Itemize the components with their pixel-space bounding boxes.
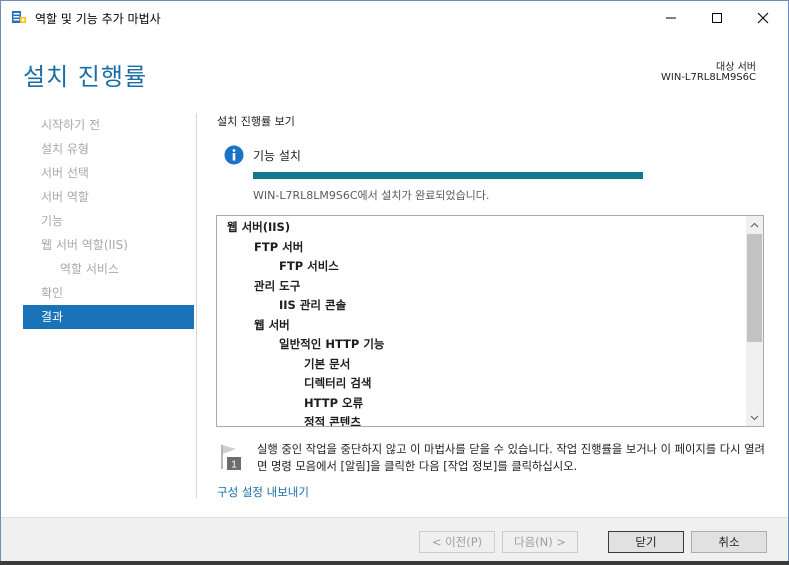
progress-status-text: WIN-L7RL8LM9S6C에서 설치가 완료되었습니다. [253,189,490,202]
maximize-button[interactable] [694,1,740,34]
chevron-down-icon [750,415,759,420]
taskbar-strip [0,561,789,565]
results-list-item: 디렉터리 검색 [304,376,372,390]
feature-install-label: 기능 설치 [253,149,301,163]
sidebar-item-installation-type: 설치 유형 [41,142,89,156]
results-list-item: FTP 서버 [254,239,304,254]
wizard-footer: < 이전(P) 다음(N) > 닫기 취소 [1,517,788,564]
results-list: 웹 서버(IIS) FTP 서버 FTP 서비스관리 도구 IIS 관리 콘솔웹 서버… [217,218,747,427]
close-icon [757,12,769,23]
wizard-close-note: 실행 중인 작업을 중단하지 않고 이 마법사를 닫을 수 있습니다. 작업 진… [257,443,765,473]
sidebar-item-web-server-role: 웹 서버 역할(IIS) [41,238,128,252]
target-server-label: 대상 서버 [716,62,756,73]
scroll-up-button[interactable] [746,216,763,233]
results-list-item: HTTP 오류 [304,395,364,410]
sidebar-item-features: 기능 [41,214,64,228]
target-server-name: WIN-L7RL8LM9S6C [661,72,756,83]
results-list-item: 웹 서버 [254,317,290,332]
svg-text:1: 1 [231,460,237,471]
sidebar-item-results[interactable]: 결과 [23,305,194,329]
close-window-button[interactable] [740,1,786,34]
cancel-button[interactable]: 취소 [691,531,767,553]
minimize-icon [666,17,676,18]
results-list-item: IIS 관리 콘솔 [279,298,347,312]
page-title: 설치 진행률 [23,63,148,91]
notification-flag-icon: 1 [221,445,241,471]
sidebar-divider [196,113,197,498]
sidebar-item-role-services: 역할 서비스 [60,262,120,276]
results-list-item: 기본 문서 [304,356,351,371]
results-scrollbar[interactable] [746,216,763,426]
progress-fill [253,172,643,179]
results-list-item: 정적 콘텐츠 [304,415,361,427]
chevron-up-icon [750,222,759,227]
title-bar: 역할 및 기능 추가 마법사 [1,1,788,34]
close-button[interactable]: 닫기 [608,531,684,553]
maximize-icon [712,12,722,23]
sidebar-item-before-you-begin: 시작하기 전 [41,118,101,132]
results-list-item: 웹 서버(IIS) [227,220,291,234]
sidebar-item-server-roles: 서버 역할 [41,190,89,204]
install-progress-bar [253,172,643,179]
window-title: 역할 및 기능 추가 마법사 [35,12,161,26]
results-list-item: 관리 도구 [254,278,301,293]
results-list-item: 일반적인 HTTP 기능 [279,337,385,351]
wizard-window: 역할 및 기능 추가 마법사 설치 진행률 대상 서버 WIN-L7RL8LM9… [0,0,789,565]
sidebar-item-confirmation: 확인 [41,286,64,300]
wizard-steps-sidebar: 시작하기 전 설치 유형 서버 선택 서버 역할 기능 웹 서버 역할(IIS)… [23,113,194,329]
scroll-down-button[interactable] [746,409,763,426]
server-manager-icon [12,11,26,23]
info-icon [224,145,244,165]
minimize-button[interactable] [648,1,694,34]
section-title: 설치 진행률 보기 [217,115,295,128]
results-list-box[interactable]: 웹 서버(IIS) FTP 서버 FTP 서비스관리 도구 IIS 관리 콘솔웹 서버… [216,215,764,427]
results-list-item: FTP 서비스 [279,259,339,273]
next-button[interactable]: 다음(N) > [502,531,578,553]
previous-button[interactable]: < 이전(P) [419,531,495,553]
export-configuration-link[interactable]: 구성 설정 내보내기 [217,484,309,500]
sidebar-item-server-selection: 서버 선택 [41,166,89,180]
scroll-thumb[interactable] [747,234,762,342]
